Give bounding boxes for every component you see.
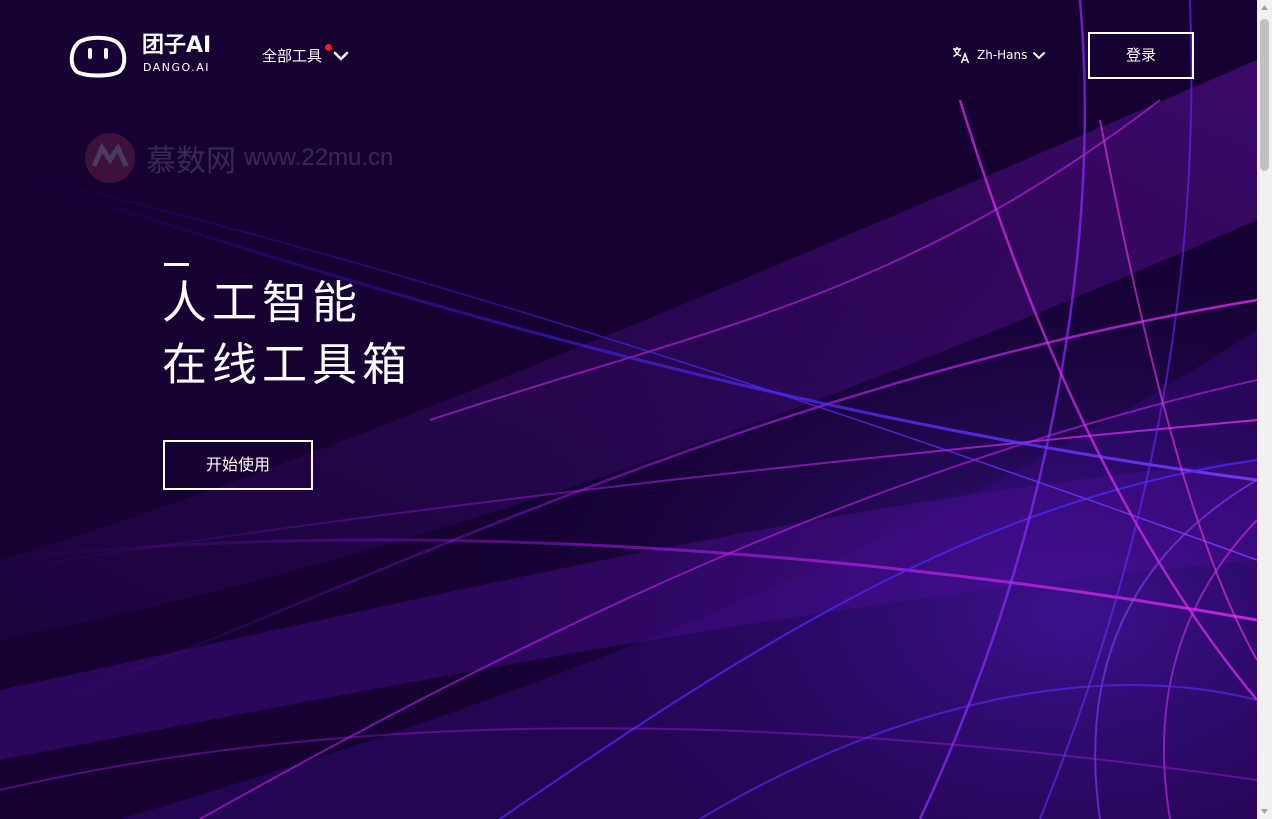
watermark-url: www.22mu.cn [244,144,394,171]
chevron-down-icon [1033,52,1046,60]
vertical-scrollbar[interactable] [1257,0,1272,819]
watermark-text: 慕数网 [146,144,236,179]
notification-dot [325,44,332,51]
page: 慕数网 www.22mu.cn 团子AI DANGO.AI 全部工具 Zh-Ha… [0,0,1257,819]
scrollbar-thumb[interactable] [1260,19,1269,171]
hero-title-line2: 在线工具箱 [162,338,413,391]
logo[interactable]: 团子AI DANGO.AI [68,31,228,79]
scroll-down-arrow-icon[interactable] [1257,804,1272,819]
logo-name: 团子AI [142,33,212,58]
all-tools-label: 全部工具 [262,47,323,65]
all-tools-menu[interactable]: 全部工具 [262,44,350,68]
language-label: Zh-Hans [977,48,1028,62]
chevron-down-icon [333,51,349,61]
scroll-up-arrow-icon[interactable] [1257,0,1272,15]
translate-icon [953,47,970,64]
logo-mascot-icon [69,35,127,78]
start-button[interactable]: 开始使用 [163,440,313,490]
watermark: 慕数网 www.22mu.cn [82,130,393,186]
hero-title: 人工智能 在线工具箱 [162,272,412,396]
language-selector[interactable]: Zh-Hans [951,43,1046,67]
login-button[interactable]: 登录 [1088,32,1194,79]
background-art [0,0,1257,819]
logo-subtitle: DANGO.AI [143,61,211,74]
header: 团子AI DANGO.AI 全部工具 Zh-Hans 登录 [0,0,1257,110]
hero-title-line1: 人工智能 [162,276,363,329]
hero-accent-dash [164,263,189,266]
watermark-logo-icon [85,133,135,183]
